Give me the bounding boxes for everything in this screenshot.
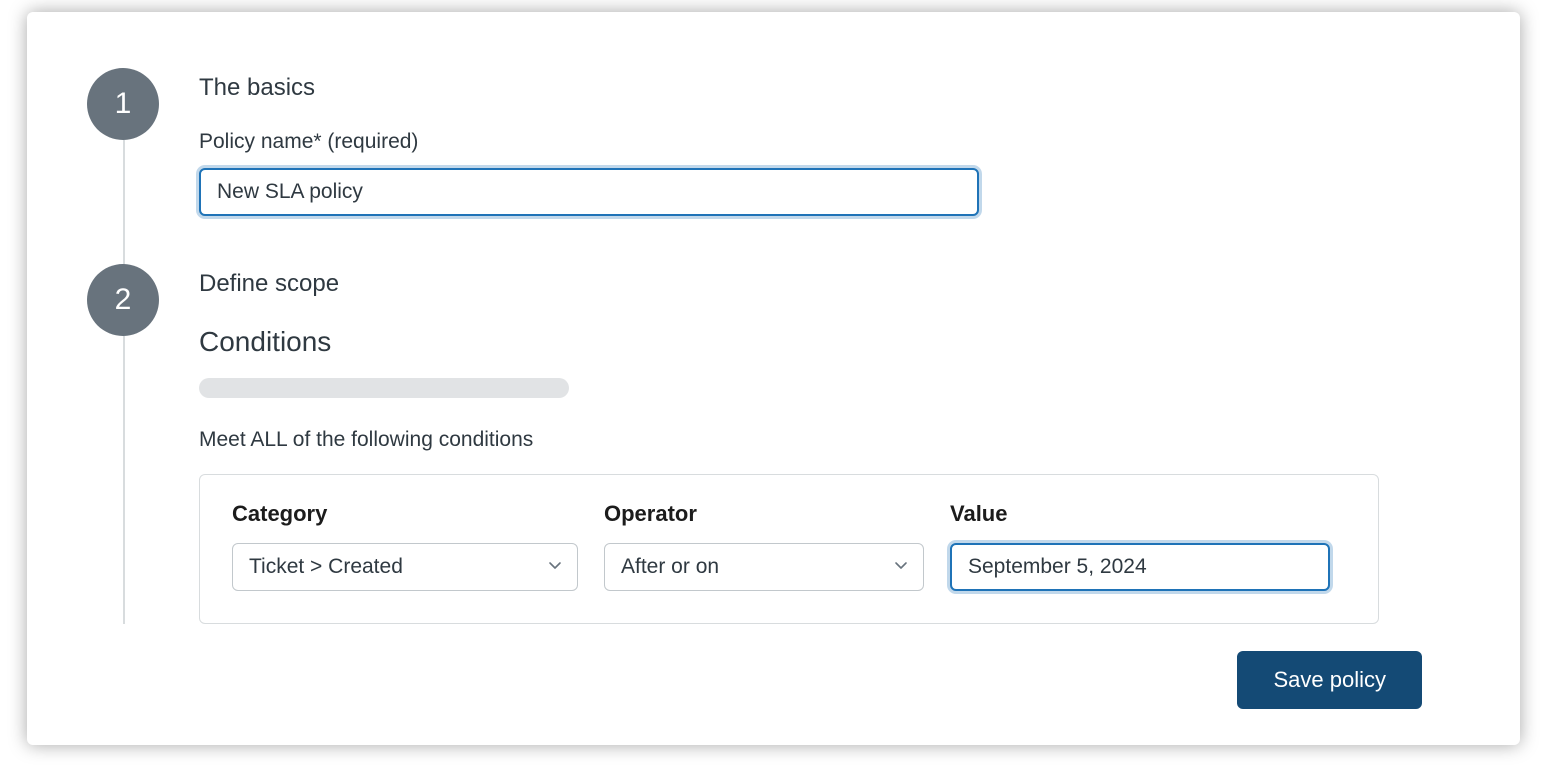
policy-form-card: 1 The basics Policy name* (required) 2 D… [27, 12, 1520, 745]
section-title-basics: The basics [199, 74, 1460, 102]
step-1-content: The basics Policy name* (required) [199, 68, 1460, 216]
operator-label: Operator [604, 501, 924, 527]
policy-name-label: Policy name* (required) [199, 130, 1460, 154]
policy-name-input[interactable] [199, 168, 979, 216]
category-label: Category [232, 501, 578, 527]
step-badge-2: 2 [87, 264, 159, 336]
save-policy-button[interactable]: Save policy [1237, 651, 1422, 709]
step-number-2: 2 [115, 283, 132, 317]
chevron-down-icon [893, 555, 909, 579]
step-2-content: Define scope Conditions Meet ALL of the … [199, 264, 1460, 624]
category-select[interactable]: Ticket > Created [232, 543, 578, 591]
condition-category-col: Category Ticket > Created [232, 501, 578, 591]
operator-select[interactable]: After or on [604, 543, 924, 591]
chevron-down-icon [547, 555, 563, 579]
step-basics: 1 The basics Policy name* (required) [87, 68, 1460, 264]
category-value: Ticket > Created [249, 555, 403, 579]
value-input[interactable] [950, 543, 1330, 591]
operator-value: After or on [621, 555, 719, 579]
condition-operator-col: Operator After or on [604, 501, 924, 591]
value-label: Value [950, 501, 1330, 527]
steps-container: 1 The basics Policy name* (required) 2 D… [87, 68, 1460, 624]
placeholder-pill [199, 378, 569, 398]
step-number-1: 1 [115, 87, 132, 121]
conditions-heading: Conditions [199, 326, 1460, 358]
step-connector [123, 336, 125, 624]
section-title-scope: Define scope [199, 270, 1460, 298]
conditions-box: Category Ticket > Created Operator After… [199, 474, 1379, 624]
step-badge-1: 1 [87, 68, 159, 140]
actions-row: Save policy [1237, 651, 1422, 709]
step-define-scope: 2 Define scope Conditions Meet ALL of th… [87, 264, 1460, 624]
condition-value-col: Value [950, 501, 1330, 591]
conditions-intro: Meet ALL of the following conditions [199, 428, 1460, 452]
